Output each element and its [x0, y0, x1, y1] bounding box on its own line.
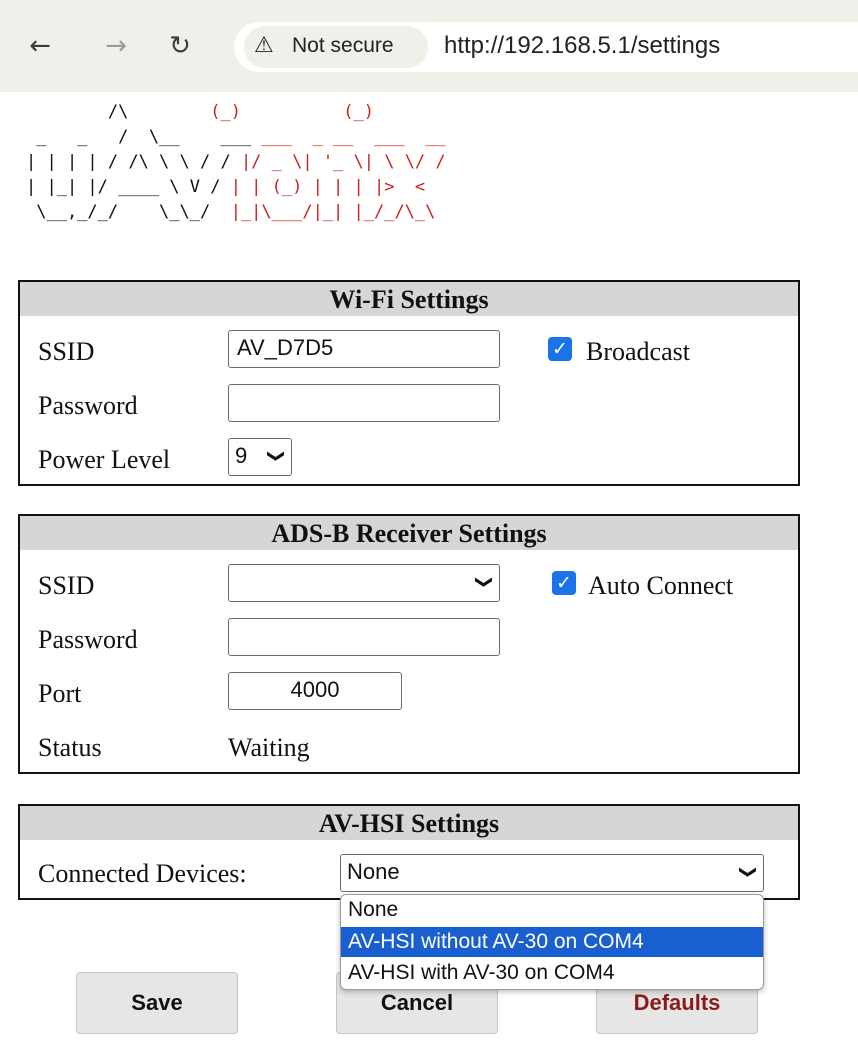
- chevron-down-icon: ❯: [265, 448, 286, 464]
- broadcast-checkbox[interactable]: ✓: [548, 337, 572, 361]
- reload-icon[interactable]: ↻: [160, 26, 200, 66]
- browser-toolbar: ← → ↻ ⚠ Not secure http://192.168.5.1/se…: [0, 0, 858, 92]
- wifi-settings-panel: Wi-Fi Settings SSID AV_D7D5 ✓ Broadcast …: [18, 280, 800, 486]
- adsb-ssid-label: SSID: [38, 571, 95, 600]
- chevron-down-icon: ❯: [473, 574, 494, 590]
- logo-line-2-left: _ _ / \__ ___: [26, 127, 262, 147]
- dropdown-option-hsi-with-av30[interactable]: AV-HSI with AV-30 on COM4: [341, 958, 763, 988]
- chevron-down-icon: ❯: [737, 864, 758, 880]
- auto-connect-checkbox[interactable]: ✓: [552, 571, 576, 595]
- url-text[interactable]: http://192.168.5.1/settings: [444, 28, 720, 64]
- forward-arrow-icon[interactable]: →: [96, 26, 136, 66]
- hsi-settings-title: AV-HSI Settings: [20, 806, 798, 840]
- adsb-password-label: Password: [38, 625, 138, 654]
- logo-line-3-left: | | | | / /\ \ \ / /: [26, 152, 241, 172]
- save-button[interactable]: Save: [76, 972, 238, 1034]
- port-input[interactable]: 4000: [228, 672, 402, 710]
- adsb-settings-title: ADS-B Receiver Settings: [20, 516, 798, 550]
- connected-devices-select[interactable]: None ❯: [340, 854, 764, 892]
- status-value: Waiting: [228, 733, 310, 762]
- hsi-settings-panel: AV-HSI Settings Connected Devices: None …: [18, 804, 800, 900]
- broadcast-label: Broadcast: [586, 337, 690, 366]
- power-level-value: 9: [235, 443, 248, 468]
- wifi-password-label: Password: [38, 391, 138, 420]
- logo-line-5-right: |_|\___/|_| |_/_/\_\: [230, 202, 436, 222]
- logo-line-1-left: /\: [26, 102, 190, 122]
- logo-line-1-right: (_) (_): [189, 102, 374, 122]
- back-arrow-icon[interactable]: ←: [20, 26, 60, 66]
- security-label: Not secure: [292, 34, 394, 57]
- connected-devices-value: None: [347, 859, 400, 884]
- warning-triangle-icon: ⚠: [254, 33, 274, 58]
- status-label: Status: [38, 733, 102, 762]
- logo-line-4-right: | | (_) | | | |> <: [230, 177, 426, 197]
- logo-line-3-right: |/ _ \| '_ \| \ \/ /: [240, 152, 446, 172]
- adsb-ssid-select[interactable]: ❯: [228, 564, 500, 602]
- connected-devices-label: Connected Devices:: [38, 859, 247, 888]
- ascii-logo: /\ (_) (_) _ _ / \__ ___ ___ _ __ ___ __…: [26, 100, 496, 260]
- logo-line-4-left: | |_| |/ ____ \ V /: [26, 177, 231, 197]
- connected-devices-dropdown: None AV-HSI without AV-30 on COM4 AV-HSI…: [340, 894, 764, 990]
- port-label: Port: [38, 679, 82, 708]
- logo-line-2-right: ___ _ __ ___ __: [261, 127, 446, 147]
- wifi-ssid-input[interactable]: AV_D7D5: [228, 330, 500, 368]
- power-level-label: Power Level: [38, 445, 171, 474]
- dropdown-option-none[interactable]: None: [341, 895, 763, 925]
- logo-line-5-left: \__,_/_/ \_\_/: [26, 202, 231, 222]
- adsb-settings-panel: ADS-B Receiver Settings SSID ❯ ✓ Auto Co…: [18, 514, 800, 774]
- adsb-password-input[interactable]: [228, 618, 500, 656]
- wifi-ssid-label: SSID: [38, 337, 95, 366]
- wifi-settings-title: Wi-Fi Settings: [20, 282, 798, 316]
- dropdown-option-hsi-without-av30[interactable]: AV-HSI without AV-30 on COM4: [341, 927, 763, 957]
- power-level-select[interactable]: 9 ❯: [228, 438, 292, 476]
- auto-connect-label: Auto Connect: [588, 571, 734, 600]
- wifi-password-input[interactable]: [228, 384, 500, 422]
